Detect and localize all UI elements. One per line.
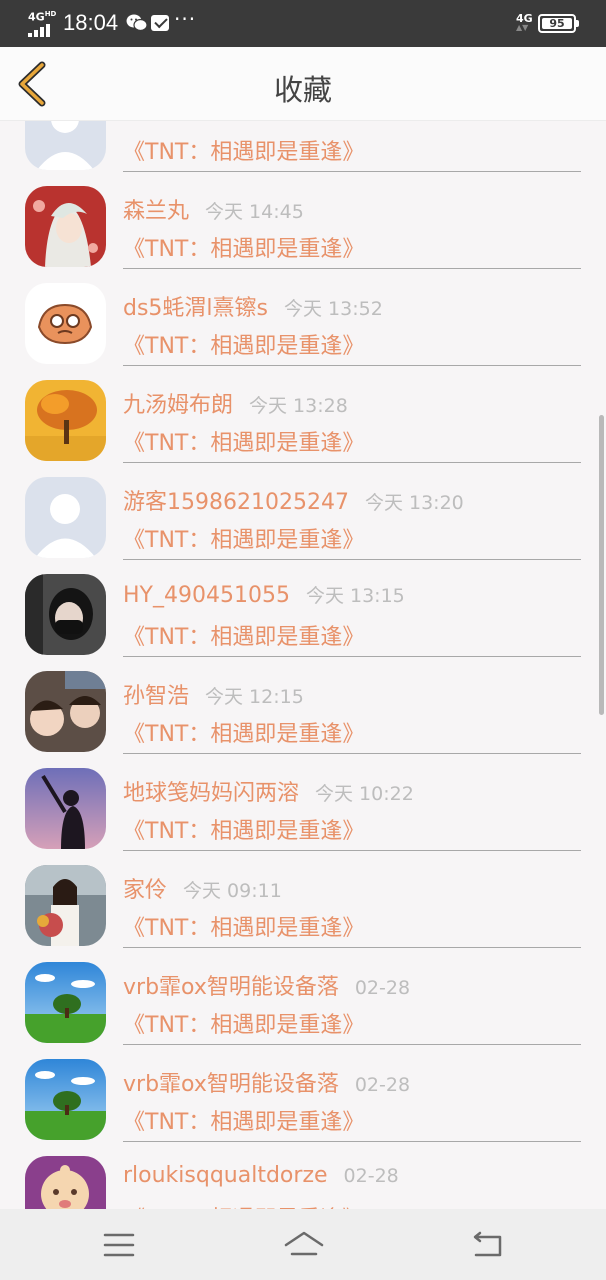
scrollbar[interactable] — [599, 415, 604, 715]
nickname: 游客1598621025247 — [123, 490, 349, 515]
avatar — [25, 121, 106, 170]
system-nav-bar — [0, 1209, 606, 1280]
nickname-row: ds5蚝渭l熹镲s 今天 13:52 — [123, 290, 383, 322]
nickname: vrb霏ox智明能设备落 — [123, 1072, 339, 1097]
list-item[interactable]: rloukisqqualtdorze 02-28 《TNT：相遇即是重逢》 — [0, 1141, 606, 1209]
avatar — [25, 1156, 106, 1209]
list-item[interactable]: vrb霏ox智明能设备落 02-28 《TNT：相遇即是重逢》 — [0, 1044, 606, 1142]
item-subtitle: 《TNT：相遇即是重逢》 — [123, 819, 365, 844]
avatar — [25, 574, 106, 655]
list-item[interactable]: 孙智浩 今天 12:15 《TNT：相遇即是重逢》 — [0, 656, 606, 754]
avatar — [25, 671, 106, 752]
app-header: 收藏 — [0, 47, 606, 121]
nickname: HY_490451055 — [123, 583, 290, 608]
timestamp: 今天 13:28 — [249, 395, 348, 417]
clock-time: 18:04 — [63, 10, 119, 35]
timestamp: 今天 09:11 — [183, 880, 282, 902]
item-subtitle: 《TNT：相遇即是重逢》 — [123, 334, 365, 359]
network-label: 4GHD — [28, 10, 57, 24]
list-item[interactable]: 家伶 今天 09:11 《TNT：相遇即是重逢》 — [0, 850, 606, 948]
back-icon — [473, 1231, 502, 1257]
list-item[interactable]: 地球笺妈妈闪两溶 今天 10:22 《TNT：相遇即是重逢》 — [0, 753, 606, 851]
item-subtitle: 《TNT：相遇即是重逢》 — [123, 431, 365, 456]
avatar — [25, 477, 106, 558]
list-item[interactable]: 九汤姆布朗 今天 13:28 《TNT：相遇即是重逢》 — [0, 365, 606, 463]
timestamp: 今天 13:52 — [284, 298, 383, 320]
nickname: 家伶 — [123, 878, 168, 903]
signal-4g-icon: 4G ▲▼ — [516, 12, 533, 32]
menu-icon — [103, 1233, 135, 1257]
timestamp: 今天 14:45 — [205, 201, 304, 223]
timestamp: 02-28 — [354, 977, 411, 999]
message-icon — [151, 15, 169, 31]
avatar — [25, 865, 106, 946]
timestamp: 今天 12:15 — [205, 686, 304, 708]
battery-icon: 95 — [538, 14, 579, 33]
item-subtitle: 《TNT：相遇即是重逢》 — [123, 1110, 365, 1135]
item-subtitle: 《TNT：相遇即是重逢》 — [123, 1201, 364, 1209]
avatar — [25, 768, 106, 849]
status-bar: 4GHD 18:04 ··· 4G ▲▼ 95 — [0, 0, 606, 47]
nickname-row: HY_490451055 今天 13:15 — [123, 581, 405, 608]
nickname-row: vrb霏ox智明能设备落 02-28 — [123, 1066, 410, 1098]
nickname-row: rloukisqqualtdorze 02-28 — [123, 1163, 399, 1188]
nickname-row: 家伶 今天 09:11 — [123, 872, 282, 904]
item-subtitle: 《TNT：相遇即是重逢》 — [123, 1013, 365, 1038]
list-item[interactable]: 游客1598621025247 今天 13:20 《TNT：相遇即是重逢》 — [0, 462, 606, 560]
avatar — [25, 380, 106, 461]
timestamp: 今天 13:20 — [364, 492, 464, 514]
nickname: 九汤姆布朗 — [123, 393, 234, 418]
nickname-row: 地球笺妈妈闪两溶 今天 10:22 — [123, 775, 414, 807]
nickname-row: 九汤姆布朗 今天 13:28 — [123, 387, 348, 419]
nickname: rloukisqqualtdorze — [123, 1163, 328, 1188]
list-item[interactable]: vrb霏ox智明能设备落 02-28 《TNT：相遇即是重逢》 — [0, 947, 606, 1045]
nickname-row: 孙智浩 今天 12:15 — [123, 678, 304, 710]
avatar — [25, 283, 106, 364]
list-item[interactable]: HY_490451055 今天 13:15 《TNT：相遇即是重逢》 — [0, 559, 606, 657]
nickname: ds5蚝渭l熹镲s — [123, 296, 268, 321]
home-icon — [284, 1231, 324, 1256]
timestamp: 02-28 — [354, 1074, 411, 1096]
back-nav-button[interactable] — [468, 1227, 508, 1263]
signal-icon: 4GHD — [26, 10, 57, 37]
timestamp: 今天 13:15 — [305, 585, 405, 607]
page-title: 收藏 — [273, 73, 332, 107]
avatar — [25, 962, 106, 1043]
avatar — [25, 1059, 106, 1140]
nickname-row: vrb霏ox智明能设备落 02-28 — [123, 969, 410, 1001]
nickname: 森兰丸 — [123, 199, 190, 224]
nickname: 孙智浩 — [123, 684, 190, 709]
nickname: vrb霏ox智明能设备落 — [123, 975, 339, 1000]
list-item[interactable]: 《TNT：相遇即是重逢》 — [0, 121, 606, 172]
menu-button[interactable] — [99, 1227, 139, 1263]
nickname-row: 森兰丸 今天 14:45 — [123, 193, 304, 225]
item-subtitle: 《TNT：相遇即是重逢》 — [123, 140, 365, 165]
list-item[interactable]: 森兰丸 今天 14:45 《TNT：相遇即是重逢》 — [0, 171, 606, 269]
more-dots-icon: ··· — [174, 7, 197, 31]
nickname: 地球笺妈妈闪两溶 — [123, 781, 300, 806]
wechat-icon — [126, 13, 148, 33]
timestamp: 今天 10:22 — [315, 783, 414, 805]
list-item[interactable]: ds5蚝渭l熹镲s 今天 13:52 《TNT：相遇即是重逢》 — [0, 268, 606, 366]
timestamp: 02-28 — [343, 1165, 399, 1187]
item-subtitle: 《TNT：相遇即是重逢》 — [123, 237, 365, 262]
home-button[interactable] — [283, 1227, 325, 1263]
battery-level: 95 — [549, 17, 565, 30]
item-subtitle: 《TNT：相遇即是重逢》 — [123, 625, 365, 650]
item-subtitle: 《TNT：相遇即是重逢》 — [123, 528, 365, 553]
item-subtitle: 《TNT：相遇即是重逢》 — [123, 722, 365, 747]
item-subtitle: 《TNT：相遇即是重逢》 — [123, 916, 365, 941]
nickname-row: 游客1598621025247 今天 13:20 — [123, 484, 464, 516]
favorites-list[interactable]: 《TNT：相遇即是重逢》 森兰丸 今天 14:45 《TNT：相遇即是重逢》 ds… — [0, 121, 606, 1209]
avatar — [25, 186, 106, 267]
